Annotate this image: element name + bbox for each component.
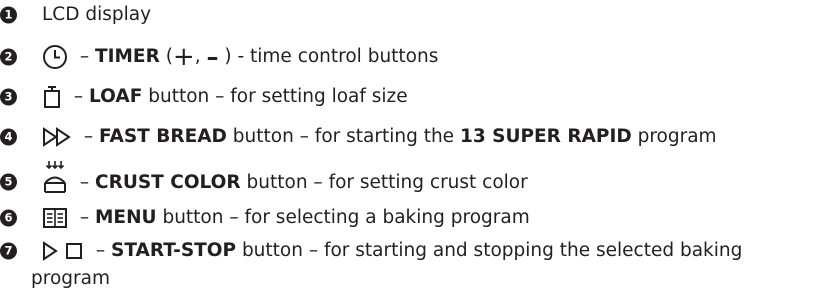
- item-label: TIMER: [95, 46, 160, 67]
- program-name: 13 SUPER RAPID: [459, 126, 632, 147]
- minus-sign: –: [206, 43, 219, 71]
- list-item-lcd-display: 1 LCD display: [0, 2, 836, 28]
- number-badge: 7: [0, 242, 17, 260]
- menu-icon: [42, 207, 68, 229]
- start-stop-icon: [42, 241, 84, 261]
- item-text: LCD display: [42, 4, 152, 25]
- list-item-loaf: 3 – LOAF button – for setting loaf size: [0, 81, 836, 113]
- number-badge: 4: [0, 128, 17, 146]
- item-continuation: program: [31, 268, 110, 289]
- list-item-crust-color: 5 – CRUST COLOR button – for setting cru…: [0, 157, 836, 197]
- item-label: CRUST COLOR: [95, 172, 241, 193]
- item-label: LOAF: [89, 86, 143, 107]
- number-badge: 1: [0, 6, 17, 24]
- loaf-icon: [42, 85, 62, 109]
- list-item-timer: 2 – TIMER ( + , – ) - time control butto…: [0, 41, 836, 73]
- plus-sign: +: [172, 42, 195, 72]
- button-legend-list: 1 LCD display 2 – TIMER ( + , – ) - time…: [0, 0, 836, 290]
- number-badge: 5: [0, 173, 17, 191]
- clock-icon: [42, 44, 68, 70]
- item-label: MENU: [95, 207, 157, 228]
- number-badge: 3: [0, 88, 17, 106]
- number-badge: 6: [0, 209, 17, 227]
- crust-color-icon: [42, 159, 68, 195]
- item-label: FAST BREAD: [99, 126, 227, 147]
- fast-forward-icon: [42, 127, 72, 147]
- item-label: START-STOP: [111, 240, 237, 261]
- list-item-start-stop: 7 – START-STOP button – for starting and…: [0, 236, 836, 290]
- list-item-fast-bread: 4 – FAST BREAD button – for starting the…: [0, 121, 836, 153]
- number-badge: 2: [0, 48, 17, 66]
- list-item-menu: 6 – MENU button – for selecting a baking…: [0, 202, 836, 234]
